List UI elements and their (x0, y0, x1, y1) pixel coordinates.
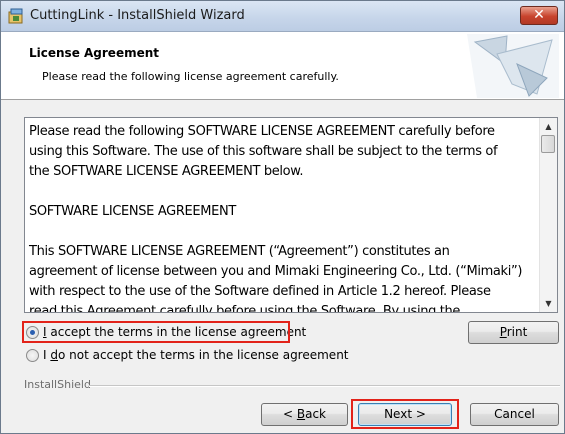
license-scrollbar[interactable]: ▲ ▼ (539, 118, 557, 312)
license-line: Please read the following SOFTWARE LICEN… (29, 124, 495, 139)
scroll-thumb[interactable] (541, 135, 555, 153)
license-line: agreement of license between you and Mim… (29, 264, 523, 279)
license-line: SOFTWARE LICENSE AGREEMENT (29, 204, 236, 219)
close-button[interactable]: ✕ (520, 6, 558, 25)
cancel-button[interactable]: Cancel (470, 403, 559, 426)
next-highlight-box (351, 399, 459, 429)
window-title: CuttingLink - InstallShield Wizard (30, 8, 245, 23)
close-icon: ✕ (533, 7, 545, 23)
page-title: License Agreement (29, 46, 160, 60)
license-text: Please read the following SOFTWARE LICEN… (29, 122, 537, 313)
accept-highlight-box (22, 321, 290, 343)
back-button[interactable]: < Back (261, 403, 348, 426)
license-line: with respect to the use of the Software … (29, 284, 491, 299)
license-paragraph: This SOFTWARE LICENSE AGREEMENT (“Agreem… (29, 242, 537, 313)
installshield-banner-graphic-icon (467, 34, 559, 98)
installer-app-icon (8, 8, 23, 24)
scroll-down-arrow-icon[interactable]: ▼ (540, 295, 557, 312)
license-line: using this Software. The use of this sof… (29, 144, 498, 159)
divider (89, 385, 560, 387)
wizard-header: License Agreement Please read the follow… (1, 32, 564, 100)
title-bar[interactable]: CuttingLink - InstallShield Wizard ✕ (1, 1, 564, 32)
license-paragraph: Please read the following SOFTWARE LICEN… (29, 122, 537, 182)
installshield-group-label: InstallShield (24, 378, 91, 391)
license-line: This SOFTWARE LICENSE AGREEMENT (“Agreem… (29, 244, 450, 259)
license-paragraph: SOFTWARE LICENSE AGREEMENT (29, 202, 537, 222)
radio-unselected-icon[interactable] (26, 349, 39, 362)
decline-terms-label[interactable]: I do not accept the terms in the license… (43, 348, 349, 362)
print-button[interactable]: Print (468, 321, 559, 344)
page-subtitle: Please read the following license agreem… (42, 70, 339, 83)
scroll-up-arrow-icon[interactable]: ▲ (540, 118, 557, 135)
license-line: the SOFTWARE LICENSE AGREEMENT below. (29, 164, 304, 179)
license-text-box[interactable]: Please read the following SOFTWARE LICEN… (24, 117, 558, 313)
license-line: read this Agreement carefully before usi… (29, 304, 461, 313)
installer-window: CuttingLink - InstallShield Wizard ✕ Lic… (0, 0, 565, 434)
